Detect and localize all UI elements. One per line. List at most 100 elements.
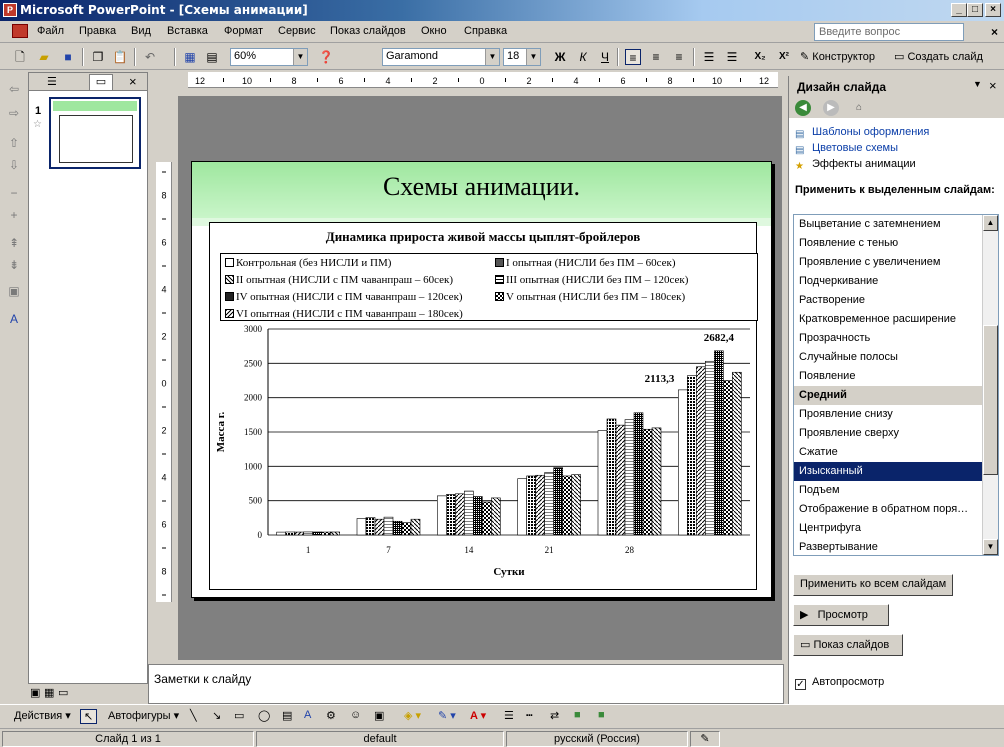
slide-thumbnail[interactable] [49, 97, 141, 169]
arrow-icon[interactable]: ↘ [212, 709, 221, 722]
forward-icon[interactable]: ▶ [823, 100, 839, 116]
font-select[interactable]: Garamond ▼ [382, 48, 500, 66]
scroll-up-icon[interactable]: ▲ [983, 215, 998, 231]
pane-close-icon[interactable]: × [989, 78, 997, 93]
effect-item[interactable]: Прозрачность [794, 329, 984, 348]
effect-item[interactable]: Случайные полосы [794, 348, 984, 367]
link-animation-schemes[interactable]: ★ Эффекты анимации [795, 158, 916, 173]
minimize-button[interactable]: _ [951, 3, 967, 17]
dash-style-icon[interactable]: ┅ [526, 709, 533, 722]
size-select[interactable]: 18 ▼ [503, 48, 541, 66]
effect-item[interactable]: Появление [794, 367, 984, 386]
effect-item[interactable]: Кратковременное расширение [794, 310, 984, 329]
align-center-icon[interactable]: ≡ [648, 49, 664, 65]
maximize-button[interactable]: □ [967, 3, 983, 17]
preview-button[interactable]: ▶ Просмотр [793, 604, 889, 626]
line-style-icon[interactable]: ☰ [504, 709, 514, 722]
tab-outline[interactable]: ☰ [47, 75, 57, 88]
effects-scrollbar[interactable]: ▲ ▼ [982, 215, 998, 555]
notes-pane[interactable]: Заметки к слайду [148, 664, 784, 704]
picture-icon[interactable]: ▣ [374, 709, 384, 722]
numbering-icon[interactable]: ☰ [701, 49, 717, 65]
align-right-icon[interactable]: ≡ [671, 49, 687, 65]
effect-item[interactable]: Центрифуга [794, 519, 984, 538]
slideshow-view-icon[interactable]: ▭ [58, 686, 68, 699]
select-icon[interactable]: ↖ [80, 709, 98, 724]
effect-item[interactable]: Проявление с увеличением [794, 253, 984, 272]
doc-icon[interactable] [12, 24, 28, 38]
arrow-style-icon[interactable]: ⇄ [550, 709, 559, 722]
move-up-icon[interactable]: ⇧ [6, 136, 22, 152]
undo-icon[interactable]: ↶ [142, 49, 158, 65]
promote-icon[interactable]: ⇦ [6, 82, 22, 98]
effect-item[interactable]: Развертывание [794, 538, 984, 555]
home-icon[interactable]: ⌂ [851, 100, 867, 116]
menu-view[interactable]: Вид [131, 25, 151, 37]
effect-item[interactable]: Проявление снизу [794, 405, 984, 424]
scroll-down-icon[interactable]: ▼ [983, 539, 998, 555]
menu-edit[interactable]: Правка [79, 25, 116, 37]
effect-item[interactable]: Изысканный [794, 462, 984, 481]
subscript-icon[interactable]: X₂ [752, 49, 768, 65]
wordart-icon[interactable]: A [304, 709, 311, 721]
superscript-icon[interactable]: X² [776, 49, 792, 65]
effect-item[interactable]: Появление с тенью [794, 234, 984, 253]
effect-item[interactable]: Выцветание с затемнением [794, 215, 984, 234]
bullets-icon[interactable]: ☰ [724, 49, 740, 65]
table-icon[interactable]: ▦ [182, 49, 198, 65]
ask-question-input[interactable]: Введите вопрос [814, 23, 964, 41]
effect-item[interactable]: Средний [794, 386, 984, 405]
slideshow-button[interactable]: ▭ Показ слайдов [793, 634, 903, 656]
paste-icon[interactable]: 📋 [112, 49, 128, 65]
chart-object[interactable]: Динамика прироста живой массы цыплят-бро… [209, 222, 758, 590]
copy-icon[interactable]: ❐ [90, 49, 106, 65]
effect-item[interactable]: Отображение в обратном поря… [794, 500, 984, 519]
3d-icon[interactable]: ■ [598, 709, 605, 721]
zoom-select[interactable]: 60% ▼ [230, 48, 308, 66]
tab-slides[interactable]: ▭ [89, 74, 113, 90]
new-icon[interactable]: 🗋 [12, 49, 28, 65]
design-button[interactable]: ✎ Конструктор [800, 50, 875, 68]
grid-icon[interactable]: ▤ [204, 49, 220, 65]
autopreview-checkbox[interactable]: ✓ Автопросмотр [795, 676, 884, 690]
align-left-icon[interactable]: ≡ [625, 49, 641, 65]
menu-slideshow[interactable]: Показ слайдов [330, 25, 406, 37]
new-slide-button[interactable]: ▭ Создать слайд [894, 50, 983, 68]
menu-format[interactable]: Формат [224, 25, 263, 37]
menu-file[interactable]: Файл [37, 25, 64, 37]
effect-item[interactable]: Сжатие [794, 443, 984, 462]
apply-all-button[interactable]: Применить ко всем слайдам [793, 574, 954, 596]
save-icon[interactable]: ■ [60, 49, 76, 65]
link-design-templates[interactable]: ▤ Шаблоны оформления [795, 126, 929, 141]
close-doc-icon[interactable]: × [991, 25, 998, 39]
rectangle-icon[interactable]: ▭ [234, 709, 244, 722]
bold-button[interactable]: Ж [552, 49, 568, 65]
move-down-icon[interactable]: ⇩ [6, 158, 22, 174]
effect-item[interactable]: Растворение [794, 291, 984, 310]
actions-menu[interactable]: Действия ▾ [14, 709, 71, 722]
line-color-icon[interactable]: ✎ ▾ [438, 709, 456, 722]
effect-item[interactable]: Подчеркивание [794, 272, 984, 291]
close-pane-icon[interactable]: × [129, 74, 137, 89]
textbox-icon[interactable]: ▤ [282, 709, 292, 722]
back-icon[interactable]: ◀ [795, 100, 811, 116]
shadow-icon[interactable]: ■ [574, 709, 581, 721]
normal-view-icon[interactable]: ▣ [30, 686, 40, 699]
oval-icon[interactable]: ◯ [258, 709, 270, 722]
italic-button[interactable]: К [575, 49, 591, 65]
show-formatting-icon[interactable]: A [6, 312, 22, 328]
effect-item[interactable]: Подъем [794, 481, 984, 500]
expand-icon[interactable]: + [6, 208, 22, 224]
font-color-icon[interactable]: A ▾ [470, 709, 486, 722]
summary-slide-icon[interactable]: ▣ [6, 284, 22, 300]
open-icon[interactable]: ▰ [36, 49, 52, 65]
collapse-all-icon[interactable]: ⇞ [6, 236, 22, 252]
expand-all-icon[interactable]: ⇟ [6, 258, 22, 274]
effects-list[interactable]: Выцветание с затемнением Появление с тень… [793, 214, 999, 556]
diagram-icon[interactable]: ⚙ [326, 709, 336, 722]
help-icon[interactable]: ❓ [318, 49, 334, 65]
scroll-thumb[interactable] [983, 325, 998, 475]
menu-window[interactable]: Окно [421, 25, 447, 37]
clipart-icon[interactable]: ☺ [350, 709, 361, 721]
slide-title[interactable]: Схемы анимации. [192, 172, 771, 202]
